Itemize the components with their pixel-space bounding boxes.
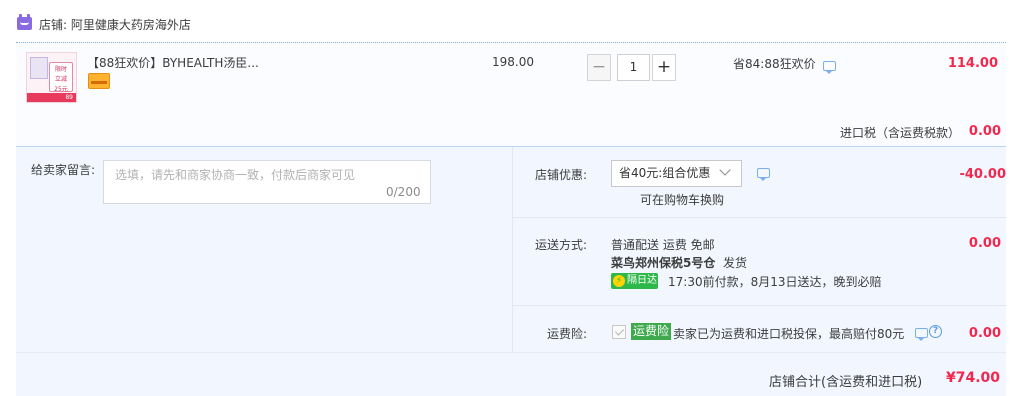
chat-bubble-icon[interactable]	[823, 61, 836, 74]
warehouse-name: 菜鸟郑州保税5号仓	[611, 256, 716, 270]
insurance-checkbox[interactable]	[612, 325, 626, 339]
memo-char-count: 0/200	[386, 185, 421, 199]
product-image[interactable]: 限时 立减 25元 89	[26, 52, 77, 103]
insurance-value: 0.00	[968, 326, 1001, 341]
item-total-price: 114.00	[947, 56, 998, 71]
help-icon[interactable]: ?	[929, 325, 942, 338]
shop-icon	[17, 14, 32, 30]
options-divider	[512, 217, 1006, 218]
quantity-input[interactable]: 1	[617, 54, 650, 81]
chat-bubble-icon[interactable]	[915, 328, 928, 341]
import-tax-value: 0.00	[968, 124, 1001, 139]
quantity-increase-button[interactable]: +	[652, 54, 676, 81]
shipping-label: 运送方式:	[535, 238, 588, 252]
insurance-badge: 运费险	[631, 323, 672, 340]
shop-title[interactable]: 店铺: 阿里健康大药房海外店	[39, 16, 191, 33]
delivery-promise: 17:30前付款，8月13日送达，晚到必赔	[668, 275, 882, 289]
shipping-insurance-label: 运费险:	[547, 327, 588, 341]
shipping-warehouse: 菜鸟郑州保税5号仓 发货	[611, 254, 747, 271]
coupon-hint: 可在购物车换购	[640, 193, 725, 207]
memo-placeholder: 选填，请先和商家协商一致，付款后商家可见	[115, 168, 356, 182]
memo-label: 给卖家留言:	[31, 163, 96, 177]
shop-discount-label: 店铺优惠:	[535, 168, 588, 182]
shipping-fee: 0.00	[968, 236, 1001, 251]
warehouse-suffix: 发货	[723, 256, 748, 270]
unit-price: 198.00	[492, 55, 534, 69]
shop-total-value: ¥74.00	[945, 370, 1000, 386]
product-box-graphic	[30, 57, 48, 79]
lightning-bolt-icon: ⚡	[613, 275, 625, 287]
insurance-description: 卖家已为运费和进口税投保，最高赔付80元	[673, 327, 905, 341]
shop-total-label: 店铺合计(含运费和进口税)	[769, 375, 923, 390]
product-image-badge-num: 89	[65, 94, 73, 101]
product-image-tag: 限时 立减 25元	[49, 62, 73, 93]
options-divider	[512, 305, 1006, 306]
savings-text: 省84:88狂欢价	[733, 57, 816, 71]
shipping-method: 普通配送 运费 免邮	[611, 238, 715, 252]
chat-bubble-icon[interactable]	[757, 168, 770, 181]
discount-value: -40.00	[959, 167, 1006, 182]
credit-card-icon	[88, 73, 110, 89]
quantity-decrease-button[interactable]: −	[587, 54, 611, 81]
product-title-link[interactable]: 【88狂欢价】BYHEALTH汤臣...	[87, 54, 259, 71]
import-tax-label: 进口税（含运费税款）	[840, 126, 961, 140]
